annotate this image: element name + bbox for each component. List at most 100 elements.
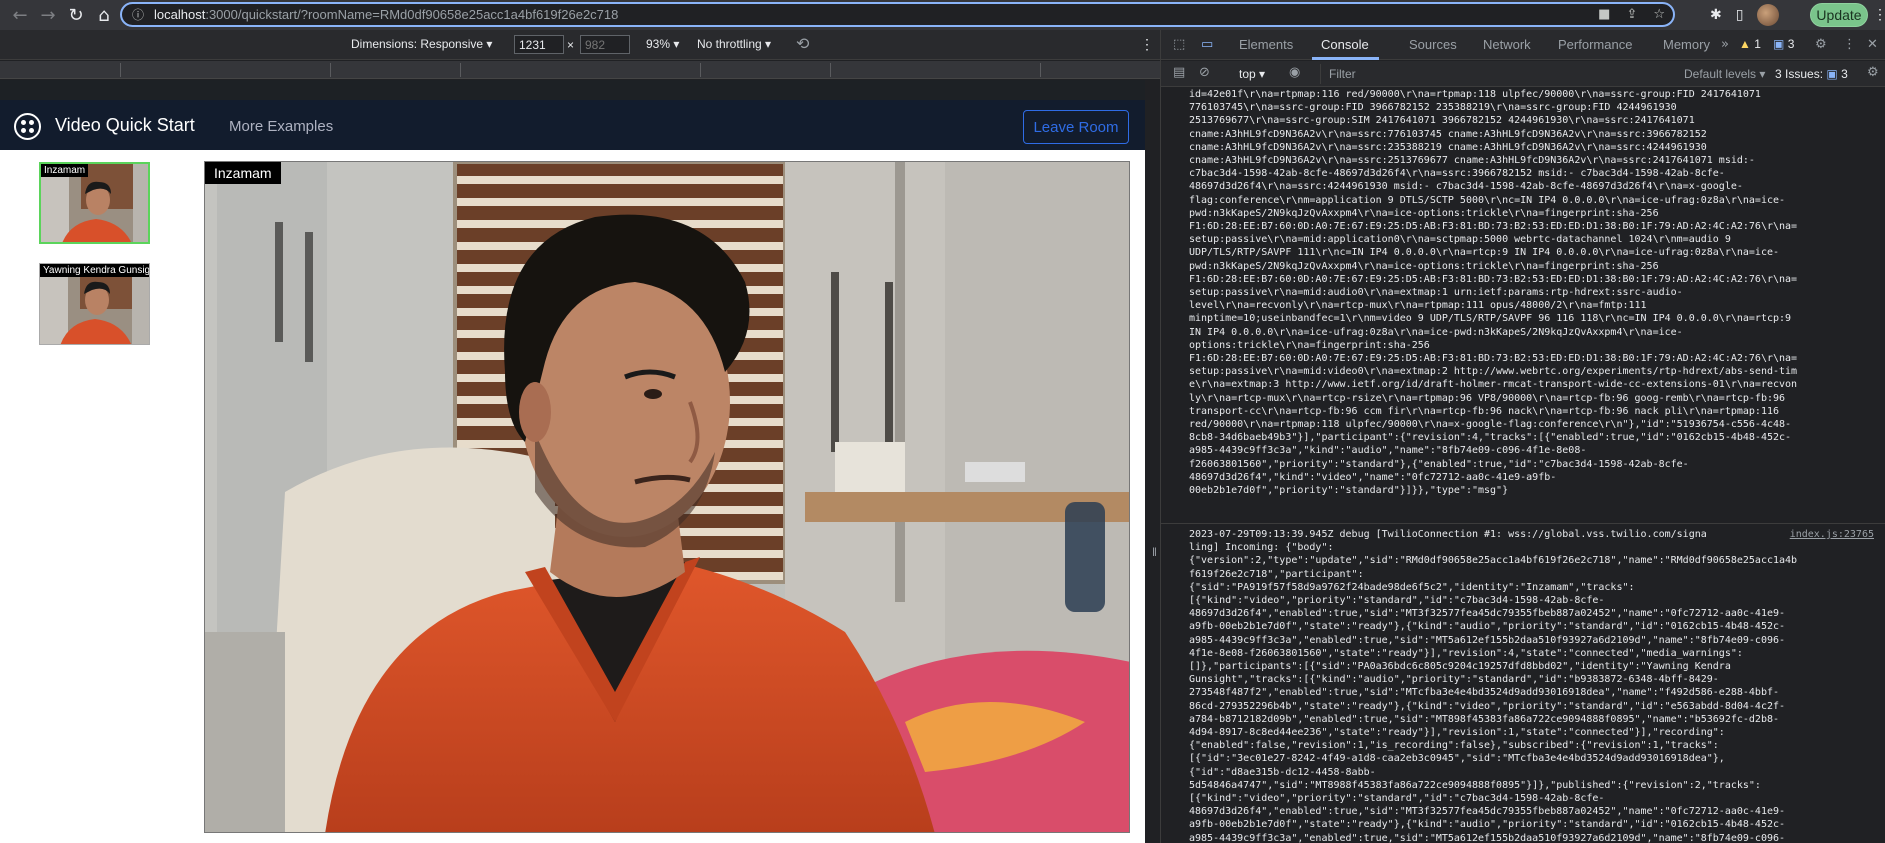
tab-console[interactable]: Console [1321,37,1369,52]
viewport-width-input[interactable] [514,35,564,54]
console-line: 00eb2b1e7d0f","priority":"standard"}]}},… [1189,485,1509,497]
twilio-logo-icon [14,113,41,140]
media-query-ruler[interactable] [0,61,1160,79]
device-more-icon[interactable]: ⋮ [1140,36,1154,53]
tab-elements[interactable]: Elements [1239,37,1293,52]
participant-thumbnail[interactable]: Inzamam [39,162,150,244]
camera-icon[interactable]: ■ [1598,7,1610,22]
console-line: setup:passive\r\na=mid:application0\r\na… [1189,234,1731,246]
console-line: cname:A3hHL9fcD9N36A2v\r\na=ssrc:2513769… [1189,155,1755,167]
console-line: c7bac3d4-1598-42ab-8cfe-48697d3d26f4\r\n… [1189,168,1725,180]
tab-network[interactable]: Network [1483,37,1531,52]
viewport-top-strip [0,80,1145,100]
participant-name: Inzamam [41,164,89,177]
device-toolbar: Dimensions: Responsive ▾ × 93% ▾ No thro… [0,30,1160,60]
home-icon[interactable]: ⌂ [90,1,118,29]
console-line: a784-b8712182d09b","enabled":true,"sid":… [1189,713,1780,725]
console-line: 4f1e-8e08-f26063801560","state":"ready"}… [1189,647,1743,659]
console-line: options:trickle\r\na=fingerprint:sha-256 [1189,339,1430,351]
throttling-dropdown[interactable]: No throttling ▾ [697,37,771,51]
tab-sources[interactable]: Sources [1409,37,1457,52]
side-panel-icon[interactable]: ▯ [1736,7,1744,23]
console-line: setup:passive\r\na=mid:audio0\r\na=extma… [1189,287,1683,299]
console-line: level\r\na=recvonly\r\na=rtcp-mux\r\na=r… [1189,300,1647,312]
zoom-dropdown[interactable]: 93% ▾ [646,37,679,51]
console-message: 2023-07-29T09:13:39.945Z debug [TwilioCo… [1189,528,1869,843]
participant-name: Yawning Kendra Gunsight [40,264,149,277]
throttling-label: No throttling [697,37,762,51]
console-line: {"id":"d8ae315b-dc12-4458-8abb- [1189,766,1376,778]
console-line: f26063801560","priority":"standard"},{"e… [1189,458,1689,470]
console-line: F1:6D:28:EE:B7:60:0D:A0:7E:67:E9:25:D5:A… [1189,273,1798,285]
issues-count: 3 [1841,67,1848,81]
console-line: a985-4439c9ff3c3a","enabled":true,"sid":… [1189,634,1786,646]
device-toolbar-icon[interactable]: ▭ [1201,37,1213,52]
webcam-frame [205,162,1129,832]
more-tabs-icon[interactable]: » [1721,37,1729,52]
address-bar[interactable]: ⓘ localhost:3000/quickstart/?roomName=RM… [120,2,1675,27]
console-message: id=42e01f\r\na=rtpmap:116 red/90000\r\na… [1189,88,1869,497]
dimensions-dropdown[interactable]: Dimensions: Responsive ▾ [351,37,492,51]
update-button[interactable]: Update [1810,3,1868,27]
console-line: 4d94-8917-8c8ed44ee236","state":"ready"}… [1189,727,1725,739]
close-devtools-icon[interactable]: ✕ [1867,37,1878,52]
rotate-icon[interactable]: ⟲ [796,34,809,53]
leave-room-button[interactable]: Leave Room [1023,110,1129,144]
context-label: top [1239,67,1256,81]
main-video[interactable]: Inzamam [204,161,1130,833]
console-line: [{"kind":"video","priority":"standard","… [1189,595,1605,607]
live-expression-eye-icon[interactable]: ◉ [1289,65,1300,80]
more-examples-link[interactable]: More Examples [229,118,333,135]
log-levels-dropdown[interactable]: Default levels ▾ [1684,67,1765,81]
devtools-menu-icon[interactable]: ⋮ [1843,37,1856,52]
issues-button[interactable]: 3 Issues: ▣ 3 [1775,67,1848,81]
warnings-count: 1 [1754,37,1761,51]
console-line: {"sid":"PA919f57f58d9a9762f24bade98de6f5… [1189,581,1635,593]
filter-input[interactable]: Filter [1329,67,1356,81]
sidebar-toggle-icon[interactable]: ▤ [1173,65,1185,80]
browser-toolbar: ← → ↻ ⌂ ⓘ localhost:3000/quickstart/?roo… [0,0,1885,30]
console-line: 2023-07-29T09:13:39.945Z debug [TwilioCo… [1189,529,1707,540]
inspect-element-icon[interactable]: ⬚ [1173,37,1185,52]
log-levels-label: Default levels [1684,67,1757,81]
bookmark-star-icon[interactable]: ☆ [1653,7,1665,22]
messages-badge[interactable]: ▣ 3 [1773,37,1794,51]
console-line: {"version":2,"type":"update","sid":"RMd0… [1189,555,1798,567]
zoom-label: 93% [646,37,671,51]
warnings-badge[interactable]: ▲ 1 [1739,37,1761,51]
context-dropdown[interactable]: top ▾ [1239,67,1265,81]
viewport-height-input[interactable] [580,35,630,54]
issues-label: 3 Issues: [1775,67,1824,81]
console-line: a985-4439c9ff3c3a","enabled":true,"sid":… [1189,832,1786,843]
console-line: setup:passive\r\na=mid:video0\r\na=extma… [1189,366,1798,378]
site-info-icon[interactable]: ⓘ [132,6,144,23]
profile-avatar[interactable] [1757,4,1780,26]
browser-menu-icon[interactable]: ⋮ [1873,6,1885,23]
console-line: a985-4439c9ff3c3a","kind":"audio","name"… [1189,445,1587,457]
emulated-viewport: Video Quick Start More Examples Leave Ro… [0,80,1145,843]
tab-performance[interactable]: Performance [1558,37,1632,52]
console-line: f619f26e2c718","participant": [1189,568,1364,580]
console-line: 48697d3d26f4","enabled":true,"sid":"MT3f… [1189,608,1786,620]
console-line: 776103745\r\na=ssrc-group:FID 3966782152… [1189,102,1677,114]
viewport-resize-handle[interactable]: ‖ [1152,545,1157,567]
share-icon[interactable]: ⇪ [1626,7,1637,22]
console-line: e\r\na=extmap:3 http://www.ietf.org/id/d… [1189,379,1798,391]
console-line: ly\r\na=rtcp-mux\r\na=rtcp-rsize\r\na=rt… [1189,392,1786,404]
back-icon[interactable]: ← [6,1,34,29]
participant-thumbnail[interactable]: Yawning Kendra Gunsight [39,263,150,345]
app-title: Video Quick Start [55,115,195,135]
console-line: red/90000\r\na=rtpmap:118 ulpfec/90000\r… [1189,419,1792,431]
console-line: 48697d3d26f4","kind":"video","name":"0fc… [1189,471,1557,483]
console-output: id=42e01f\r\na=rtpmap:116 red/90000\r\na… [1161,88,1885,843]
reload-icon[interactable]: ↻ [62,1,90,29]
console-line: 48697d3d26f4\r\na=ssrc:4244961930 msid:-… [1189,181,1743,193]
clear-console-icon[interactable]: ⊘ [1199,65,1210,80]
console-line: 5d54846a4747","sid":"MT8988f45383fa86a72… [1189,779,1761,791]
forward-icon[interactable]: → [34,1,62,29]
messages-count: 3 [1787,37,1795,51]
tab-memory[interactable]: Memory [1663,37,1710,52]
console-settings-icon[interactable]: ⚙ [1867,65,1879,80]
extensions-icon[interactable]: ✱ [1710,7,1722,23]
settings-gear-icon[interactable]: ⚙ [1815,37,1827,52]
